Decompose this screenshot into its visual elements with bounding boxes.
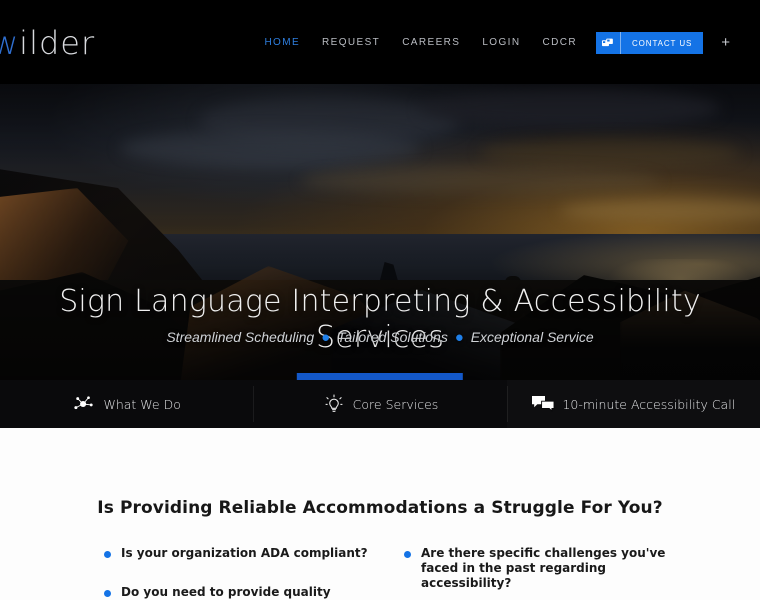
contact-us-label: CONTACT US <box>631 38 693 48</box>
list-item: Are there specific challenges you've fac… <box>404 546 696 591</box>
hero-subtitle-part-3: Exceptional Service <box>470 329 594 345</box>
nav-item-cdcr[interactable]: CDCR <box>531 32 588 54</box>
main-navigation: HOME REQUEST CAREERS LOGIN CDCR CONTACT … <box>253 32 734 54</box>
site-header: wilder HOME REQUEST CAREERS LOGIN CDCR C… <box>0 0 760 84</box>
nav-item-request[interactable]: REQUEST <box>311 32 391 54</box>
site-logo[interactable]: wilder <box>0 24 95 62</box>
list-item-text: Are there specific challenges you've fac… <box>421 546 666 590</box>
hero-subtitle-separator: ● <box>454 329 464 346</box>
feature-accessibility-call[interactable]: 10-minute Accessibility Call <box>506 380 760 428</box>
feature-label: Core Services <box>352 396 439 412</box>
feature-label: What We Do <box>103 396 181 412</box>
hero-subtitle-part-2: Tailored Solutions <box>337 329 448 345</box>
feature-bar: What We Do Core Services 10-minute Acces… <box>0 380 760 428</box>
pain-points-column-left: Is your organization ADA compliant? Do y… <box>104 546 404 600</box>
nav-item-login[interactable]: LOGIN <box>471 32 531 54</box>
menu-plus-icon[interactable]: + <box>717 32 734 54</box>
bullet-dot-icon <box>404 551 411 558</box>
logo-first-letter: w <box>0 24 20 62</box>
bullet-dot-icon <box>104 551 111 558</box>
nav-item-home[interactable]: HOME <box>253 32 311 54</box>
lightbulb-icon <box>322 393 346 415</box>
nav-item-careers[interactable]: CAREERS <box>391 32 471 54</box>
hero-banner: Sign Language Interpreting & Accessibili… <box>0 84 760 380</box>
hero-subtitle-part-1: Streamlined Scheduling <box>166 329 315 345</box>
pain-points-columns: Is your organization ADA compliant? Do y… <box>104 546 704 600</box>
pain-points-column-right: Are there specific challenges you've fac… <box>404 546 704 600</box>
page-root: wilder HOME REQUEST CAREERS LOGIN CDCR C… <box>0 0 760 600</box>
list-item-text: Is your organization ADA compliant? <box>121 546 368 560</box>
logo-rest: ilder <box>19 24 96 62</box>
contact-us-button[interactable]: CONTACT US <box>595 32 704 54</box>
hero-subtitle: Streamlined Scheduling ● Tailored Soluti… <box>0 329 760 346</box>
feature-label: 10-minute Accessibility Call <box>562 396 736 412</box>
list-item-text: Do you need to provide quality <box>121 585 331 599</box>
chat-bubbles-icon <box>531 393 555 415</box>
hero-content: Sign Language Interpreting & Accessibili… <box>0 84 760 380</box>
request-services-button[interactable]: REQUEST SERVICES <box>296 373 464 380</box>
list-item: Do you need to provide quality <box>104 585 396 600</box>
list-item: Is your organization ADA compliant? <box>104 546 396 561</box>
hero-subtitle-separator: ● <box>321 329 331 346</box>
feature-what-we-do[interactable]: What We Do <box>0 380 253 428</box>
contact-card-icon <box>596 32 621 54</box>
pain-points-section: Is Providing Reliable Accommodations a S… <box>0 428 760 600</box>
bullet-dot-icon <box>104 590 111 597</box>
feature-core-services[interactable]: Core Services <box>253 380 506 428</box>
network-nodes-icon <box>72 393 96 415</box>
section-heading: Is Providing Reliable Accommodations a S… <box>97 498 663 518</box>
